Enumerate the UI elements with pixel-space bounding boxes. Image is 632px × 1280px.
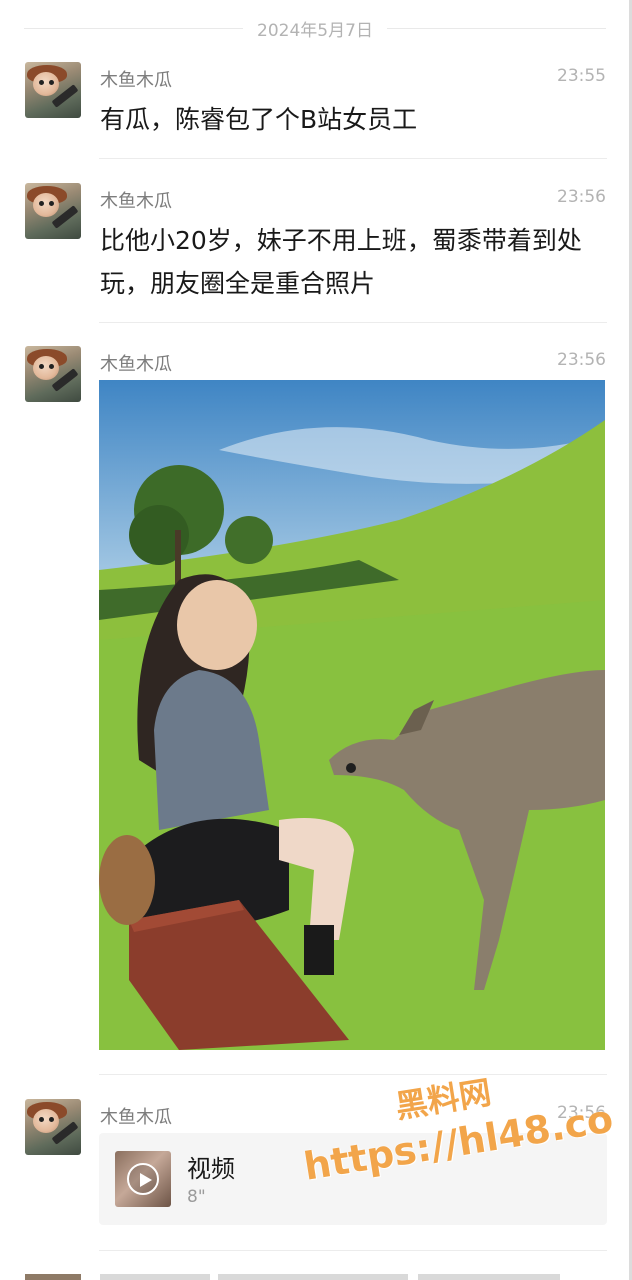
avatar[interactable]: [25, 62, 81, 118]
message-divider: [99, 322, 607, 323]
avatar-eye: [49, 1117, 54, 1122]
content-placeholder: [418, 1274, 560, 1280]
avatar[interactable]: [25, 346, 81, 402]
content-placeholder: [218, 1274, 408, 1280]
avatar-eye: [39, 201, 44, 206]
date-label: 2024年5月7日: [257, 20, 373, 41]
avatar-eye: [49, 364, 54, 369]
photo-image: [99, 380, 605, 1050]
avatar[interactable]: [25, 1099, 81, 1155]
avatar[interactable]: [25, 183, 81, 239]
avatar-face: [33, 193, 59, 217]
avatar-face: [33, 1109, 59, 1133]
sender-name[interactable]: 木鱼木瓜: [100, 66, 172, 92]
avatar-eye: [39, 364, 44, 369]
video-duration: 8": [187, 1187, 206, 1207]
avatar-face: [33, 356, 59, 380]
avatar-eye: [39, 1117, 44, 1122]
message-time: 23:55: [557, 66, 606, 86]
sender-name[interactable]: 木鱼木瓜: [100, 187, 172, 213]
sender-name-placeholder: [100, 1274, 210, 1280]
play-icon[interactable]: [127, 1163, 159, 1195]
message-divider: [99, 1250, 607, 1251]
sender-name[interactable]: 木鱼木瓜: [100, 1103, 172, 1129]
message-text[interactable]: 比他小20岁，妹子不用上班，蜀黍带着到处玩，朋友圈全是重合照片: [100, 219, 600, 305]
date-separator: 2024年5月7日: [24, 14, 606, 42]
message-text[interactable]: 有瓜，陈睿包了个B站女员工: [100, 98, 600, 141]
avatar[interactable]: [25, 1274, 81, 1280]
sender-name[interactable]: 木鱼木瓜: [100, 350, 172, 376]
message-time: 23:56: [557, 350, 606, 370]
chat-history-page: 2024年5月7日 木鱼木瓜 23:55 有瓜，陈睿包了个B站女员工 木鱼木瓜 …: [0, 0, 632, 1280]
avatar-face: [33, 72, 59, 96]
message-photo[interactable]: [99, 380, 605, 1050]
divider-line: [24, 27, 244, 29]
message-time: 23:56: [557, 187, 606, 207]
avatar-eye: [49, 80, 54, 85]
video-thumbnail[interactable]: [115, 1151, 171, 1207]
message-divider: [99, 158, 607, 159]
divider-line: [386, 27, 606, 29]
avatar-eye: [49, 201, 54, 206]
video-title: 视频: [187, 1155, 235, 1183]
avatar-eye: [39, 80, 44, 85]
